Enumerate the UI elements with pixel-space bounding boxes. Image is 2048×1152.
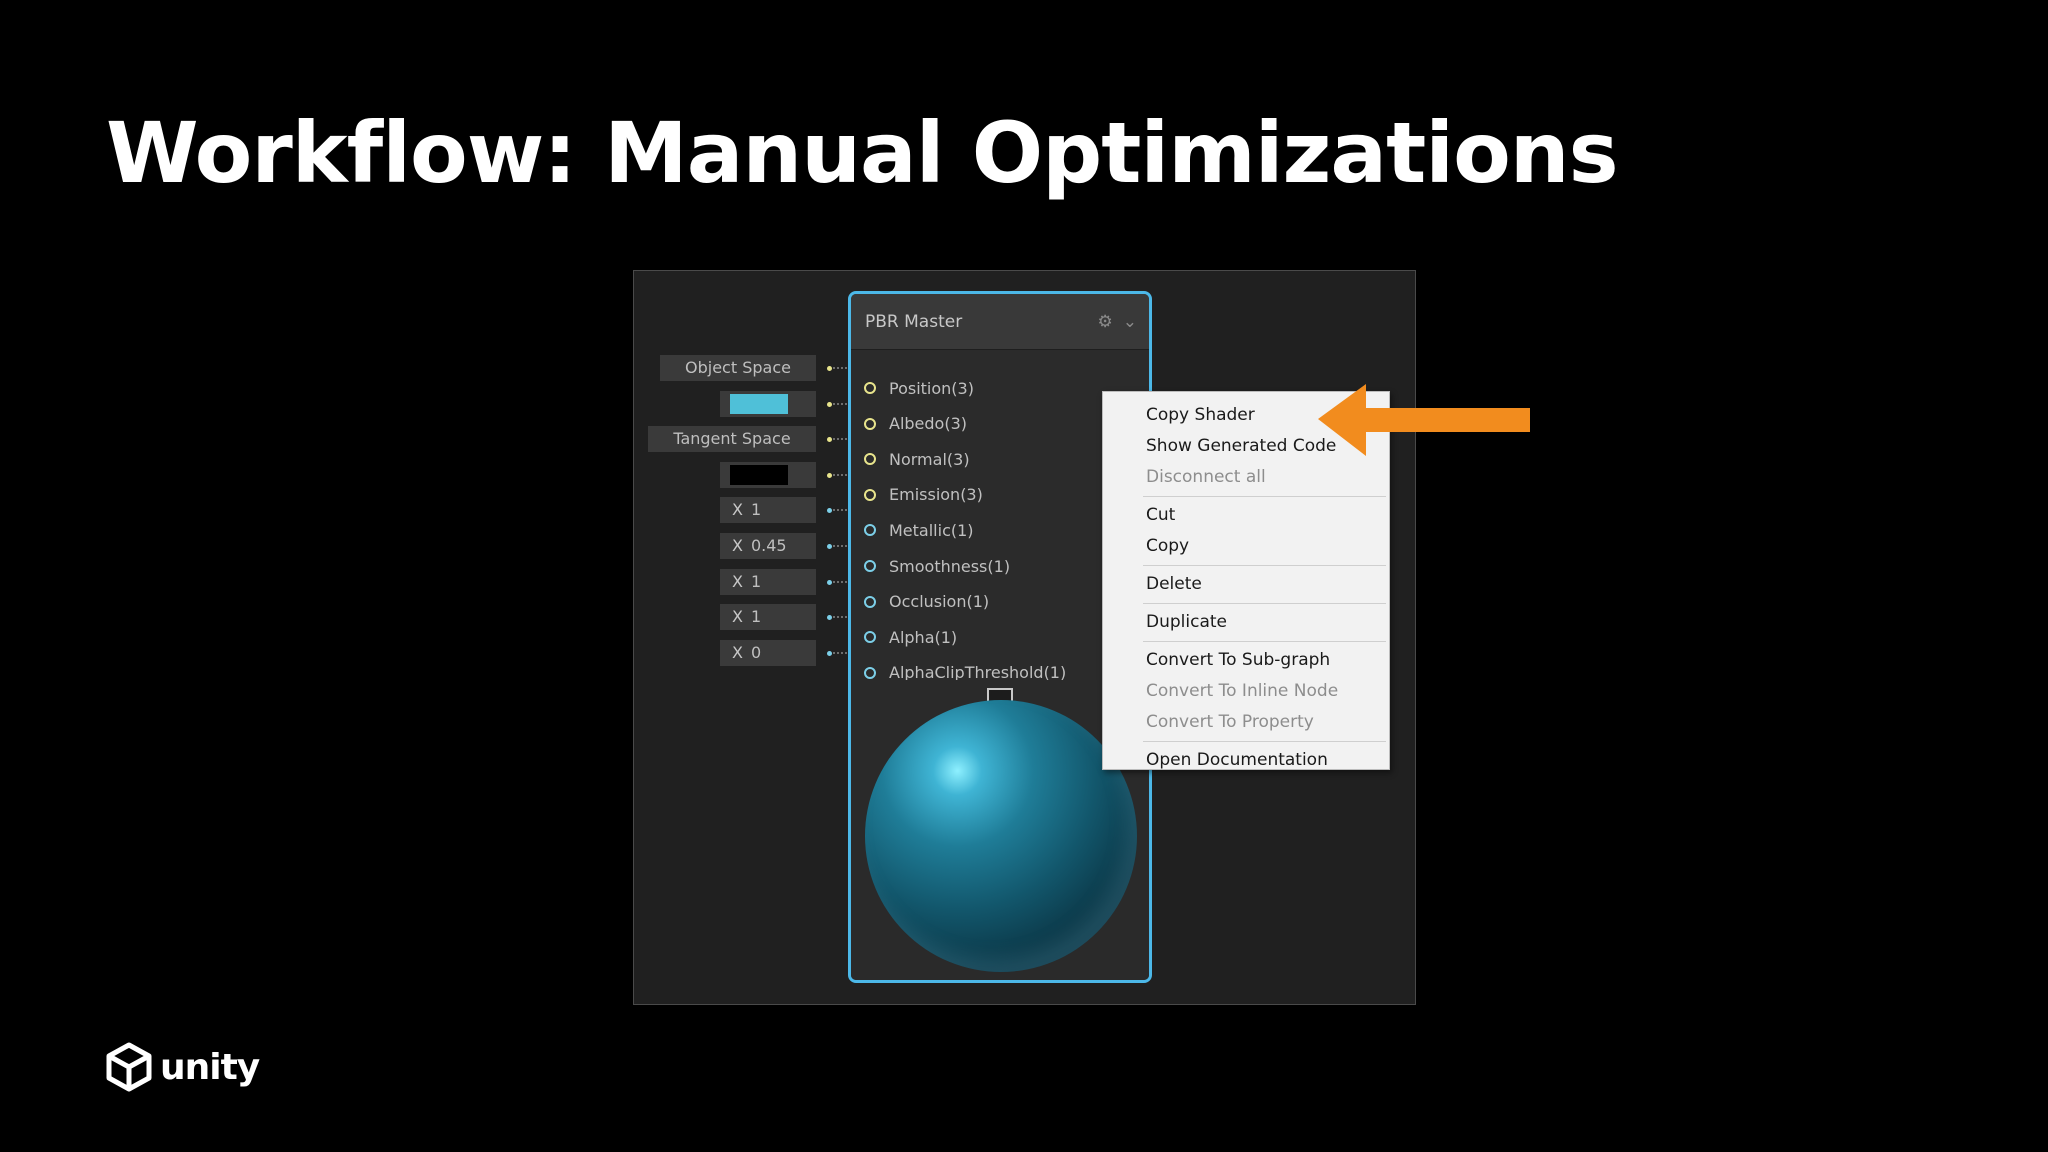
node-header[interactable]: PBR Master ⚙ ⌄ [851,294,1149,350]
value-text: 1 [750,571,762,591]
menu-separator [1143,641,1386,642]
color-field[interactable] [720,461,816,488]
node-slot[interactable]: Emission(3) [851,480,983,510]
menu-item-convert-to-inline-node: Convert To Inline Node [1146,681,1339,701]
value-field[interactable]: X 0.45 [720,533,816,559]
brand-name: unity [160,1046,260,1088]
axis-label: X [732,500,743,520]
menu-item-convert-to-property: Convert To Property [1146,712,1314,732]
input-port-dot[interactable] [827,508,832,514]
menu-item-open-documentation[interactable]: Open Documentation [1103,745,1389,776]
axis-label: X [732,571,743,591]
axis-label: X [732,642,743,662]
input-port-dot[interactable] [827,579,832,585]
node-slot[interactable]: Albedo(3) [851,409,967,439]
input-port-dot[interactable] [827,650,832,656]
input-port-dot[interactable] [827,437,832,443]
value-text: 0 [750,642,762,662]
slot-label: Metallic(1) [889,520,974,540]
input-port-dot[interactable] [827,615,832,621]
menu-item-cut[interactable]: Cut [1103,500,1389,531]
slot-port-icon[interactable] [864,524,876,537]
input-port-dot[interactable] [827,544,832,549]
value-text: 1 [750,500,762,520]
preview-sphere [865,700,1137,972]
space-dropdown[interactable]: Object Space [660,355,816,381]
chevron-down-icon[interactable]: ⌄ [1123,312,1137,332]
color-field[interactable] [720,390,816,417]
slot-port-icon[interactable] [864,595,876,608]
slot-port-icon[interactable] [864,488,876,501]
value-field[interactable]: X1 [720,604,816,631]
slot-label: Smoothness(1) [889,556,1011,576]
unity-logo: unity [104,1042,260,1092]
slot-label: Position(3) [889,378,974,398]
slot-port-icon[interactable] [864,631,876,644]
input-port-dot[interactable] [827,472,832,478]
slot-label: Emission(3) [889,485,983,505]
slide-title: Workflow: Manual Optimizations [106,104,1619,202]
space-dropdown[interactable]: Tangent Space [648,426,816,453]
menu-separator [1143,741,1386,742]
value-text: 0.45 [750,536,787,555]
slot-label: Albedo(3) [889,414,967,434]
menu-separator [1143,565,1386,566]
menu-item-delete[interactable]: Delete [1103,569,1389,600]
menu-item-convert-to-sub-graph[interactable]: Convert To Sub-graph [1103,645,1389,676]
menu-item-disconnect-all: Disconnect all [1146,467,1266,487]
slot-port-icon[interactable] [864,560,876,572]
axis-label: X [732,536,743,555]
gear-icon[interactable]: ⚙ [1098,312,1113,332]
input-port-dot[interactable] [827,366,832,371]
arrow-pointer-icon [1318,384,1530,456]
value-text: 1 [750,607,762,627]
node-slot[interactable]: Position(3) [851,373,974,403]
color-swatch[interactable] [730,393,788,414]
slot-label: Occlusion(1) [889,592,990,612]
value-field[interactable]: X1 [720,497,816,524]
menu-separator [1143,603,1386,604]
menu-item-duplicate[interactable]: Duplicate [1103,607,1389,638]
input-port-dot[interactable] [827,401,832,407]
menu-item-copy[interactable]: Copy [1103,531,1389,562]
slot-label: Normal(3) [889,449,970,469]
slot-label: Alpha(1) [889,627,958,647]
node-title: PBR Master [865,311,963,332]
node-slot[interactable]: Normal(3) [851,444,970,474]
slot-port-icon[interactable] [864,453,876,466]
node-slot[interactable]: Occlusion(1) [851,587,989,617]
menu-separator [1143,496,1386,497]
color-swatch[interactable] [730,464,788,485]
slot-port-icon[interactable] [864,417,876,430]
unity-cube-icon [106,1042,152,1092]
value-field[interactable]: X1 [720,568,816,595]
slot-port-icon[interactable] [864,382,876,394]
slot-port-icon[interactable] [864,666,876,679]
node-slot[interactable]: Metallic(1) [851,515,974,545]
node-slot[interactable]: Smoothness(1) [851,551,1010,581]
axis-label: X [732,607,743,627]
value-field[interactable]: X0 [720,639,816,666]
node-slot[interactable]: Alpha(1) [851,622,957,652]
